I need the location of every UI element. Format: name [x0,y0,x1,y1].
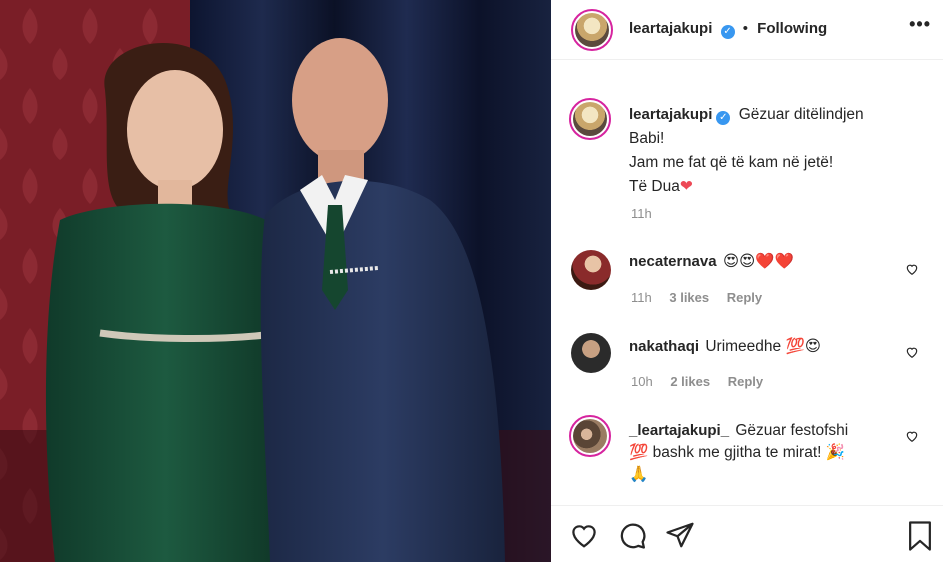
red-heart-emoji: ❤ [679,178,693,195]
header-author: leartajakupi ✓ • Following [629,20,827,39]
author-username[interactable]: leartajakupi [629,20,712,37]
comment-text-line-3: 🙏 [629,466,649,483]
comment-text: Urimeedhe 💯😍 [705,338,821,355]
verified-badge-icon: ✓ [716,111,731,125]
post-header: leartajakupi ✓ • Following ••• [551,0,943,60]
post-photo[interactable] [0,0,551,562]
comment-likes[interactable]: 2 likes [670,374,710,389]
comment-username[interactable]: necaternava [629,253,717,270]
post-side-panel: leartajakupi ✓ • Following ••• leartajak… [551,0,943,562]
comment-text-line-1: Gëzuar festofshi [735,422,849,439]
comment-like-heart-icon[interactable] [905,429,919,443]
reply-button[interactable]: Reply [727,290,762,305]
comment-username[interactable]: _leartajakupi_ [629,422,729,439]
paper-plane-icon[interactable] [665,520,695,550]
bookmark-icon[interactable] [905,520,935,552]
commenter-avatar[interactable] [569,415,611,457]
comment-text: 😍😍❤️❤️ [722,253,794,270]
caption-username[interactable]: leartajakupi [629,106,712,123]
comment-likes[interactable]: 3 likes [669,290,709,305]
comment-time[interactable]: 10h [631,374,653,389]
caption-time[interactable]: 11h [631,206,652,221]
comment-1-meta: 11h 3 likes Reply [631,290,776,305]
comment-like-heart-icon[interactable] [905,345,919,359]
comment-text-line-2: 💯 bashk me gjitha te mirat! 🎉 [629,444,846,461]
comment-1: necaternava 😍😍❤️❤️ [629,251,899,273]
caption-line-2: Babi! [629,130,665,147]
comment-username[interactable]: nakathaqi [629,338,699,355]
caption-line-3: Jam me fat që të kam në jetë! [629,154,834,171]
comment-time[interactable]: 11h [631,290,652,305]
comment-like-heart-icon[interactable] [905,262,919,276]
comment-icon[interactable] [617,520,647,550]
comment-2-meta: 10h 2 likes Reply [631,374,777,389]
following-button[interactable]: Following [757,20,827,37]
post-caption: leartajakupi ✓ Gëzuar ditëlindjen Babi! J… [629,103,929,199]
caption-author-avatar[interactable] [569,98,611,140]
reply-button[interactable]: Reply [728,374,763,389]
caption-line-4-text: Të Dua [629,178,680,195]
post-image [0,0,551,562]
post-action-bar [551,505,943,562]
more-options-icon[interactable]: ••• [909,14,931,35]
commenter-avatar[interactable] [571,333,611,373]
commenter-avatar[interactable] [571,250,611,290]
verified-badge-icon: ✓ [720,25,735,39]
separator-dot: • [742,20,748,37]
heart-icon[interactable] [569,520,599,550]
author-avatar[interactable] [571,9,613,51]
comment-2: nakathaqi Urimeedhe 💯😍 [629,336,899,358]
comment-3: _leartajakupi_ Gëzuar festofshi 💯 bashk … [629,420,899,486]
caption-line-4: Të Dua❤ [629,175,929,199]
caption-line-1: Gëzuar ditëlindjen [738,106,864,123]
